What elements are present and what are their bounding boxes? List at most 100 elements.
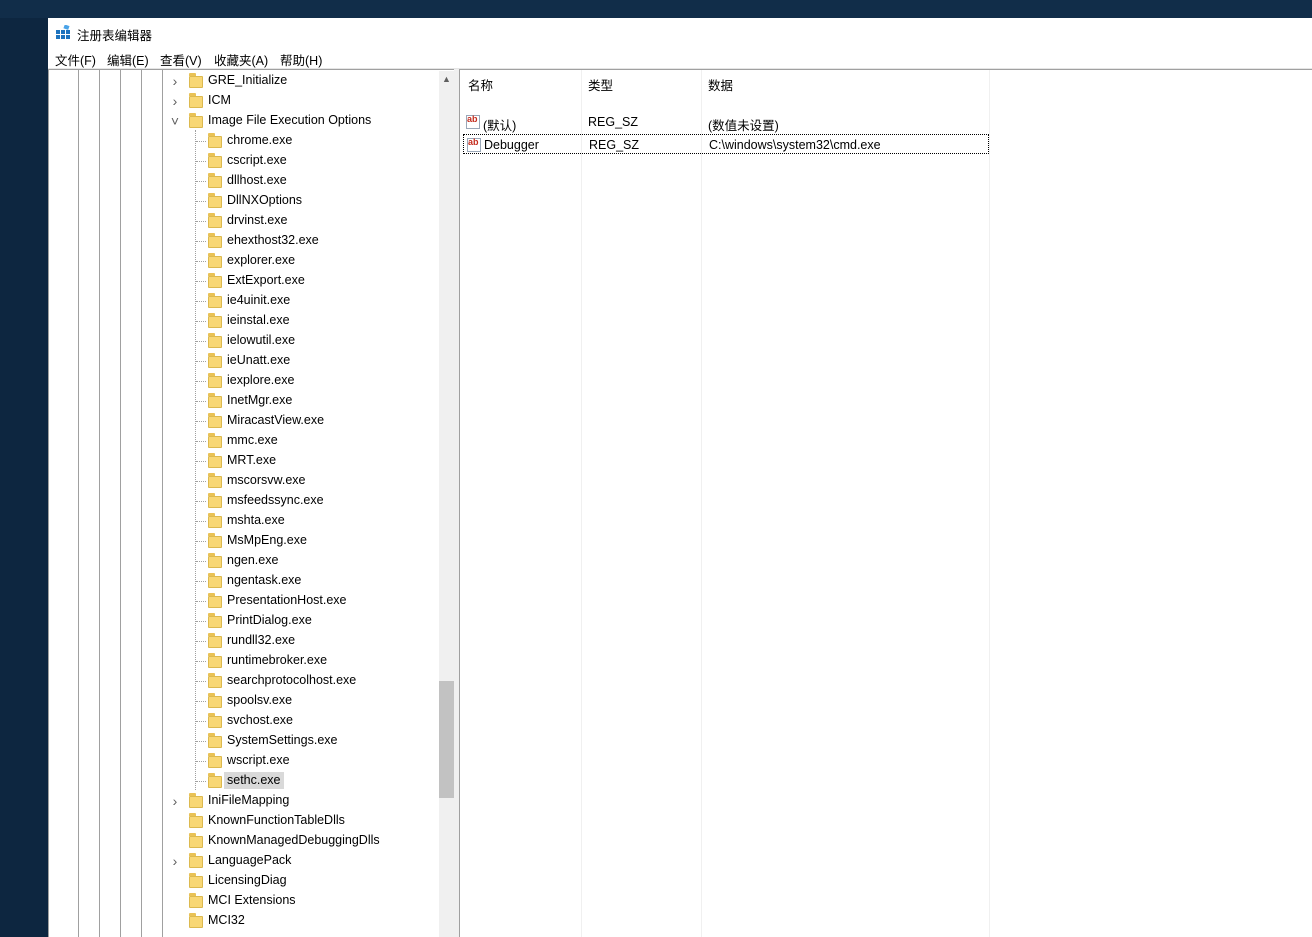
value-data: (数值未设置) <box>708 119 779 133</box>
tree-node[interactable]: ie4uinit.exe <box>49 291 439 311</box>
value-name: (默认) <box>483 119 517 133</box>
folder-icon <box>208 533 222 548</box>
tree-node[interactable]: LicensingDiag <box>49 871 439 891</box>
chevron-right-icon[interactable]: › <box>170 94 180 108</box>
tree-node[interactable]: cscript.exe <box>49 151 439 171</box>
folder-icon <box>208 233 222 248</box>
tree-node-label: ngen.exe <box>227 553 279 567</box>
scroll-up-icon[interactable]: ▲ <box>442 74 451 84</box>
tree-node-label: KnownFunctionTableDlls <box>208 813 345 827</box>
tree-node[interactable]: svchost.exe <box>49 711 439 731</box>
folder-icon <box>208 573 222 588</box>
tree-node[interactable]: mmc.exe <box>49 431 439 451</box>
tree-connector <box>196 301 206 302</box>
tree-node[interactable]: sethc.exe <box>49 771 439 791</box>
tree-node-label: ngentask.exe <box>227 573 302 587</box>
tree-node[interactable]: MRT.exe <box>49 451 439 471</box>
value-row-debugger[interactable]: ab Debugger REG_SZ C:\windows\system32\c… <box>463 134 989 154</box>
tree-node[interactable]: PrintDialog.exe <box>49 611 439 631</box>
folder-icon <box>208 373 222 388</box>
tree-node-label: chrome.exe <box>227 133 293 147</box>
tree-connector <box>196 721 206 722</box>
tree-node-label: dllhost.exe <box>227 173 287 187</box>
tree-node[interactable]: rundll32.exe <box>49 631 439 651</box>
tree-node[interactable]: msfeedssync.exe <box>49 491 439 511</box>
tree-vertical-scrollbar[interactable]: ▲ <box>439 71 454 937</box>
tree-node[interactable]: iexplore.exe <box>49 371 439 391</box>
folder-icon <box>208 213 222 228</box>
title-bar[interactable]: 注册表编辑器 <box>48 18 1312 46</box>
tree-node[interactable]: › IniFileMapping <box>49 791 439 811</box>
tree-node[interactable]: KnownFunctionTableDlls <box>49 811 439 831</box>
tree-node[interactable]: chrome.exe <box>49 131 439 151</box>
tree-node[interactable]: › LanguagePack <box>49 851 439 871</box>
menu-favorites[interactable]: 收藏夹(A) <box>214 50 268 69</box>
folder-icon <box>208 493 222 508</box>
tree-node[interactable]: ieUnatt.exe <box>49 351 439 371</box>
chevron-right-icon[interactable]: › <box>170 74 180 88</box>
tree-node[interactable]: ehexthost32.exe <box>49 231 439 251</box>
tree-node[interactable]: explorer.exe <box>49 251 439 271</box>
chevron-down-icon[interactable]: ˅ <box>170 114 180 128</box>
tree-node-label: ehexthost32.exe <box>227 233 319 247</box>
tree-node[interactable]: InetMgr.exe <box>49 391 439 411</box>
tree-node[interactable]: dllhost.exe <box>49 171 439 191</box>
tree-node-label: KnownManagedDebuggingDlls <box>208 833 380 847</box>
tree-node[interactable]: › ICM <box>49 91 439 111</box>
tree-connector <box>196 181 206 182</box>
tree-node[interactable]: ExtExport.exe <box>49 271 439 291</box>
tree-node[interactable]: › GRE_Initialize <box>49 71 439 91</box>
column-header-data[interactable]: 数据 <box>708 75 733 94</box>
tree-node[interactable]: runtimebroker.exe <box>49 651 439 671</box>
tree-node[interactable]: mshta.exe <box>49 511 439 531</box>
tree-node[interactable]: ielowutil.exe <box>49 331 439 351</box>
tree-node[interactable]: MCI32 <box>49 911 439 931</box>
tree-node-label: MsMpEng.exe <box>227 533 307 547</box>
desktop-background <box>0 0 1312 18</box>
chevron-right-icon[interactable]: › <box>170 854 180 868</box>
tree-node-label: runtimebroker.exe <box>227 653 328 667</box>
tree-node[interactable]: MiracastView.exe <box>49 411 439 431</box>
tree-node[interactable]: searchprotocolhost.exe <box>49 671 439 691</box>
folder-icon <box>208 253 222 268</box>
tree-node-label: SystemSettings.exe <box>227 733 338 747</box>
tree-node[interactable]: ngen.exe <box>49 551 439 571</box>
tree-node-label: PrintDialog.exe <box>227 613 312 627</box>
tree-connector <box>196 661 206 662</box>
tree-node[interactable]: ˅ Image File Execution Options <box>49 111 439 131</box>
registry-tree[interactable]: › GRE_Initialize › ICM ˅ Image File Execution… <box>48 69 454 937</box>
column-header-name[interactable]: 名称 <box>468 75 493 94</box>
tree-node[interactable]: spoolsv.exe <box>49 691 439 711</box>
values-pane[interactable]: 名称 类型 数据 ab (默认) REG_SZ (数值未设置) ab Debug… <box>459 69 1312 937</box>
folder-icon <box>208 393 222 408</box>
tree-node[interactable]: MCI Extensions <box>49 891 439 911</box>
chevron-right-icon[interactable]: › <box>170 794 180 808</box>
menu-bar: 文件(F) 编辑(E) 查看(V) 收藏夹(A) 帮助(H) <box>48 46 1312 69</box>
tree-node-label: searchprotocolhost.exe <box>227 673 357 687</box>
menu-help[interactable]: 帮助(H) <box>280 50 322 69</box>
tree-node[interactable]: KnownManagedDebuggingDlls <box>49 831 439 851</box>
tree-node[interactable]: ngentask.exe <box>49 571 439 591</box>
tree-node[interactable]: ieinstal.exe <box>49 311 439 331</box>
column-header-type[interactable]: 类型 <box>588 75 613 94</box>
scrollbar-thumb[interactable] <box>439 681 454 798</box>
tree-node-label: ICM <box>208 93 231 107</box>
tree-node-label: ie4uinit.exe <box>227 293 291 307</box>
tree-node[interactable]: SystemSettings.exe <box>49 731 439 751</box>
tree-node[interactable]: MsMpEng.exe <box>49 531 439 551</box>
value-row[interactable]: ab (默认) REG_SZ (数值未设置) <box>463 112 989 133</box>
tree-node[interactable]: wscript.exe <box>49 751 439 771</box>
tree-node[interactable]: mscorsvw.exe <box>49 471 439 491</box>
tree-node[interactable]: drvinst.exe <box>49 211 439 231</box>
menu-edit[interactable]: 编辑(E) <box>107 50 149 69</box>
tree-node-label: InetMgr.exe <box>227 393 293 407</box>
tree-node[interactable]: PresentationHost.exe <box>49 591 439 611</box>
tree-node[interactable]: DllNXOptions <box>49 191 439 211</box>
tree-connector <box>196 341 206 342</box>
folder-icon <box>208 173 222 188</box>
tree-connector <box>196 741 206 742</box>
folder-icon <box>208 433 222 448</box>
menu-file[interactable]: 文件(F) <box>55 50 96 69</box>
menu-view[interactable]: 查看(V) <box>160 50 202 69</box>
folder-icon <box>208 773 222 788</box>
